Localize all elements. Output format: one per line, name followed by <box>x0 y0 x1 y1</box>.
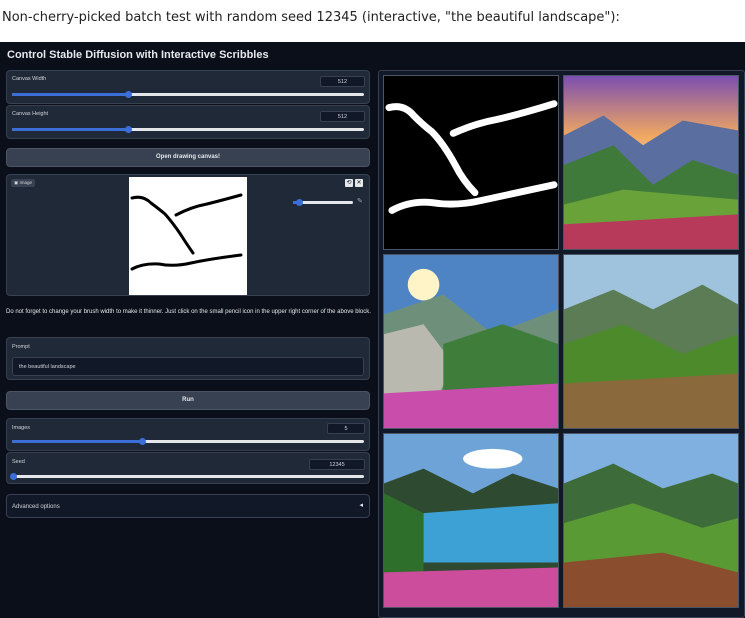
seed-number[interactable]: 12345 <box>309 459 365 470</box>
page-title: Control Stable Diffusion with Interactiv… <box>7 49 269 61</box>
brush-width-slider[interactable] <box>293 199 353 206</box>
open-canvas-button[interactable]: Open drawing canvas! <box>6 148 370 167</box>
canvas-width-block: Canvas Width 512 <box>6 70 370 104</box>
caption-text: Non-cherry-picked batch test with random… <box>2 10 620 25</box>
image-label-badge: ▣ Image <box>11 179 36 187</box>
slider-fill <box>12 128 129 131</box>
slider-thumb[interactable] <box>124 91 132 98</box>
gallery-image-5[interactable] <box>383 433 559 608</box>
slider-thumb[interactable] <box>295 199 303 206</box>
landscape-image <box>564 76 738 249</box>
canvas-width-label: Canvas Width <box>12 76 47 82</box>
landscape-image <box>564 255 738 428</box>
images-label: Images <box>12 425 31 431</box>
canvas-height-label: Canvas Height <box>12 111 49 117</box>
brush-note: Do not forget to change your brush width… <box>6 309 371 315</box>
canvas-height-number[interactable]: 512 <box>320 111 365 122</box>
canvas-width-slider[interactable] <box>12 91 364 98</box>
output-gallery <box>378 70 745 618</box>
gradio-app: Control Stable Diffusion with Interactiv… <box>0 42 745 618</box>
image-block: ▣ Image ⟲ ✕ ✎ <box>6 174 370 296</box>
slider-thumb[interactable] <box>124 126 132 133</box>
prompt-label: Prompt <box>12 344 30 350</box>
close-icon[interactable]: ✕ <box>355 179 363 187</box>
seed-slider[interactable] <box>10 473 364 480</box>
landscape-image <box>384 434 558 607</box>
slider-fill <box>12 93 129 96</box>
gallery-image-4[interactable] <box>563 254 739 429</box>
advanced-options-label: Advanced options <box>12 504 60 510</box>
clear-icon[interactable]: ⟲ <box>345 179 353 187</box>
seed-block: Seed 12345 <box>6 452 370 484</box>
canvas-height-block: Canvas Height 512 <box>6 105 370 139</box>
scribble-drawing <box>130 193 243 271</box>
images-number[interactable]: 5 <box>327 423 365 434</box>
gallery-image-3[interactable] <box>383 254 559 429</box>
advanced-options-accordion[interactable]: Advanced options ◂ <box>6 494 370 518</box>
images-block: Images 5 <box>6 418 370 451</box>
pencil-icon[interactable]: ✎ <box>357 197 363 205</box>
canvas-width-number[interactable]: 512 <box>320 76 365 87</box>
gallery-image-6[interactable] <box>563 433 739 608</box>
gallery-image-2[interactable] <box>563 75 739 250</box>
slider-thumb[interactable] <box>138 438 146 445</box>
gallery-image-1[interactable] <box>383 75 559 250</box>
scribble-map-image <box>384 76 558 249</box>
image-label: Image <box>19 180 33 185</box>
prompt-input[interactable]: the beautiful landscape <box>12 357 364 376</box>
prompt-block: Prompt the beautiful landscape <box>6 337 370 380</box>
canvas-height-slider[interactable] <box>12 126 364 133</box>
landscape-image <box>564 434 738 607</box>
run-button[interactable]: Run <box>6 391 370 410</box>
slider-fill <box>12 440 143 443</box>
seed-label: Seed <box>12 459 25 465</box>
images-slider[interactable] <box>12 438 364 445</box>
slider-thumb[interactable] <box>10 473 18 480</box>
scribble-canvas[interactable] <box>129 177 247 295</box>
landscape-image <box>384 255 558 428</box>
collapse-arrow-icon[interactable]: ◂ <box>359 501 363 509</box>
